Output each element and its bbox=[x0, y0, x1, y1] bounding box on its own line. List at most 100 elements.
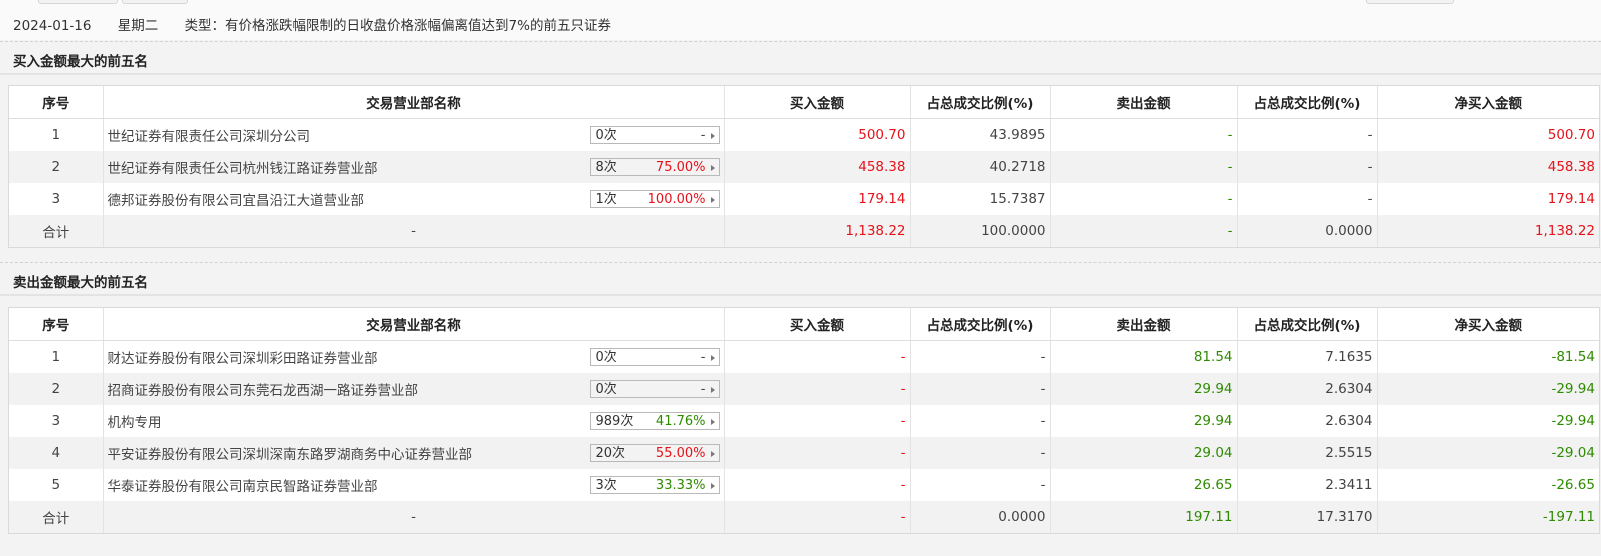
row-no: 4 bbox=[9, 437, 104, 469]
row-no: 3 bbox=[9, 183, 104, 215]
branch-name[interactable]: 华泰证券股份有限公司南京民智路证券营业部 bbox=[108, 479, 378, 495]
buy-ratio: - bbox=[910, 469, 1051, 501]
top-bar: 2024-01-16 星期二 类型：有价格涨跌幅限制的日收盘价格涨幅偏离值达到7… bbox=[0, 0, 1601, 40]
col-header-buy-ratio: 占总成交比例(%) bbox=[910, 86, 1051, 119]
net-amount: -29.94 bbox=[1377, 373, 1599, 405]
listing-count: 8次 bbox=[595, 160, 617, 175]
buy-ratio: - bbox=[910, 405, 1051, 437]
type-description: 类型：有价格涨跌幅限制的日收盘价格涨幅偏离值达到7%的前五只证券 bbox=[184, 18, 611, 34]
total-sell-ratio: 0.0000 bbox=[1237, 215, 1378, 247]
branch-name[interactable]: 世纪证券有限责任公司杭州钱江路证券营业部 bbox=[108, 161, 378, 177]
col-header-buy: 买入金额 bbox=[724, 308, 911, 341]
win-rate: 100.00% bbox=[647, 192, 706, 207]
listing-count: 0次 bbox=[595, 350, 617, 365]
caret-right-icon bbox=[710, 419, 715, 425]
col-header-sell-ratio: 占总成交比例(%) bbox=[1237, 308, 1378, 341]
divider bbox=[0, 41, 1601, 42]
sell-section-title: 卖出金额最大的前五名 bbox=[13, 275, 148, 291]
branch-name[interactable]: 世纪证券有限责任公司深圳分公司 bbox=[108, 129, 311, 145]
divider bbox=[0, 262, 1601, 263]
col-header-buy: 买入金额 bbox=[724, 86, 911, 119]
history-badge[interactable]: 989次 41.76% bbox=[589, 412, 720, 430]
total-row: 合计 - 1,138.22 100.0000 - 0.0000 1,138.22 bbox=[9, 215, 1599, 247]
branch-name[interactable]: 招商证券股份有限公司东莞石龙西湖一路证券营业部 bbox=[108, 383, 419, 399]
table-header-row: 序号 交易营业部名称 买入金额 占总成交比例(%) 卖出金额 占总成交比例(%)… bbox=[9, 86, 1599, 119]
net-amount: -81.54 bbox=[1551, 349, 1595, 365]
col-header-sell: 卖出金额 bbox=[1050, 86, 1238, 119]
history-badge[interactable]: 3次 33.33% bbox=[589, 476, 720, 494]
buy-amount: - bbox=[724, 469, 911, 501]
total-branch: - bbox=[103, 215, 725, 247]
buy-ratio: - bbox=[910, 340, 1051, 373]
branch-name[interactable]: 德邦证券股份有限公司宜昌沿江大道营业部 bbox=[108, 193, 365, 209]
trade-date: 2024-01-16 bbox=[13, 18, 92, 34]
sell-ratio: 2.6304 bbox=[1237, 405, 1378, 437]
table-row: 3 德邦证券股份有限公司宜昌沿江大道营业部 1次 100.00% 179.14 … bbox=[9, 183, 1599, 215]
history-badge[interactable]: 8次 75.00% bbox=[589, 158, 720, 176]
table-row: 1 财达证券股份有限公司深圳彩田路证券营业部 0次 - - - 81.54 7.… bbox=[9, 340, 1599, 373]
branch-cell: 平安证券股份有限公司深圳深南东路罗湖商务中心证券营业部 20次 55.00% bbox=[103, 437, 725, 469]
win-rate: 41.76% bbox=[655, 414, 706, 429]
buy-amount: - bbox=[724, 340, 911, 373]
history-badge[interactable]: 20次 55.00% bbox=[589, 444, 720, 462]
buy-section-title: 买入金额最大的前五名 bbox=[13, 54, 148, 70]
sell-amount: 29.94 bbox=[1050, 373, 1238, 405]
total-buy-ratio: 0.0000 bbox=[910, 501, 1051, 533]
branch-cell: 世纪证券有限责任公司杭州钱江路证券营业部 8次 75.00% bbox=[103, 151, 725, 183]
sell-ratio: - bbox=[1237, 118, 1378, 151]
table-row: 4 平安证券股份有限公司深圳深南东路罗湖商务中心证券营业部 20次 55.00%… bbox=[9, 437, 1599, 469]
buy-amount: - bbox=[724, 437, 911, 469]
buy-amount: - bbox=[724, 405, 911, 437]
caret-right-icon bbox=[710, 483, 715, 489]
sell-table: 序号 交易营业部名称 买入金额 占总成交比例(%) 卖出金额 占总成交比例(%)… bbox=[8, 307, 1600, 534]
sell-ratio: 2.5515 bbox=[1237, 437, 1378, 469]
branch-name[interactable]: 机构专用 bbox=[108, 415, 162, 431]
win-rate: - bbox=[700, 350, 706, 365]
caret-right-icon bbox=[710, 355, 715, 361]
weekday: 星期二 bbox=[117, 18, 159, 34]
buy-amount: 179.14 bbox=[724, 183, 911, 215]
branch-name[interactable]: 平安证券股份有限公司深圳深南东路罗湖商务中心证券营业部 bbox=[108, 447, 473, 463]
branch-cell: 招商证券股份有限公司东莞石龙西湖一路证券营业部 0次 - bbox=[103, 373, 725, 405]
total-sell: 197.11 bbox=[1050, 501, 1238, 533]
history-badge[interactable]: 0次 - bbox=[589, 126, 720, 144]
header-meta: 2024-01-16 星期二 类型：有价格涨跌幅限制的日收盘价格涨幅偏离值达到7… bbox=[13, 14, 633, 34]
col-header-sell: 卖出金额 bbox=[1050, 308, 1238, 341]
history-badge[interactable]: 0次 - bbox=[589, 380, 720, 398]
tab-edge-middle[interactable] bbox=[122, 0, 188, 4]
row-no: 1 bbox=[9, 340, 104, 373]
sell-ratio: - bbox=[1237, 151, 1378, 183]
net-amount: -29.94 bbox=[1551, 413, 1595, 429]
col-header-net: 净买入金额 bbox=[1377, 308, 1599, 341]
listing-count: 989次 bbox=[595, 414, 634, 429]
branch-cell: 机构专用 989次 41.76% bbox=[103, 405, 725, 437]
buy-ratio: - bbox=[910, 373, 1051, 405]
listing-count: 20次 bbox=[595, 446, 626, 461]
row-no: 1 bbox=[9, 118, 104, 151]
row-no: 2 bbox=[9, 151, 104, 183]
sell-amount: 29.04 bbox=[1050, 437, 1238, 469]
total-sell-ratio: 17.3170 bbox=[1237, 501, 1378, 533]
sell-amount: 26.65 bbox=[1050, 469, 1238, 501]
table-row: 3 机构专用 989次 41.76% - - 29.94 2.6304 -29.… bbox=[9, 405, 1599, 437]
buy-ratio: - bbox=[910, 437, 1051, 469]
tab-edge-left[interactable] bbox=[38, 0, 118, 4]
sell-amount: - bbox=[1050, 183, 1238, 215]
win-rate: 55.00% bbox=[655, 446, 706, 461]
buy-amount: - bbox=[724, 373, 911, 405]
history-badge[interactable]: 1次 100.00% bbox=[589, 190, 720, 208]
history-badge[interactable]: 0次 - bbox=[589, 348, 720, 366]
tab-edge-right[interactable] bbox=[1366, 0, 1454, 4]
win-rate: 33.33% bbox=[655, 478, 706, 493]
sell-ratio: - bbox=[1237, 183, 1378, 215]
net-amount: 500.70 bbox=[1547, 127, 1595, 143]
sell-amount: 29.94 bbox=[1050, 405, 1238, 437]
sell-amount: - bbox=[1050, 118, 1238, 151]
total-net: -197.11 bbox=[1377, 501, 1599, 533]
branch-name[interactable]: 财达证券股份有限公司深圳彩田路证券营业部 bbox=[108, 351, 378, 367]
caret-right-icon bbox=[710, 197, 715, 203]
total-branch: - bbox=[103, 501, 725, 533]
total-buy: - bbox=[724, 501, 911, 533]
row-no: 2 bbox=[9, 373, 104, 405]
caret-right-icon bbox=[710, 451, 715, 457]
